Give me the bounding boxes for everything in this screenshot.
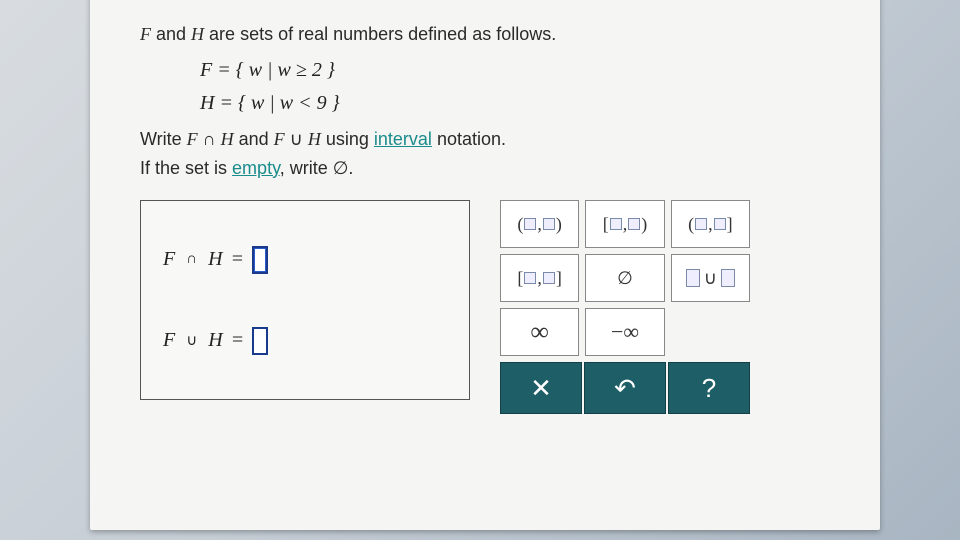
undo-button[interactable]: ↶ [584, 362, 666, 414]
row1-eq: = [231, 248, 245, 271]
union-symbol: ∪ [704, 268, 717, 289]
btn-infinity[interactable]: ∞ [500, 308, 579, 356]
union-input[interactable] [252, 327, 268, 355]
intersection-input[interactable] [252, 246, 268, 274]
row2-H: H [208, 329, 222, 352]
inst-write: Write [140, 129, 187, 149]
instruction-line: Write F ∩ H and F ∪ H using interval not… [140, 125, 830, 154]
empty-line: If the set is empty, write ∅. [140, 154, 830, 183]
empty-prefix: If the set is [140, 158, 232, 178]
close-icon: ✕ [530, 373, 552, 404]
palette-grid: (,) [,) (,] [,] ∅ ∪ ∞ −∞ [500, 200, 750, 356]
btn-open-closed-interval[interactable]: (,] [671, 200, 750, 248]
btn-empty-set[interactable]: ∅ [585, 254, 664, 302]
row1-H: H [208, 248, 222, 271]
link-empty[interactable]: empty [232, 158, 280, 178]
set-definition-H: H = { w | w < 9 } [200, 92, 830, 115]
inst-union: ∪ [285, 129, 308, 149]
btn-closed-open-interval[interactable]: [,) [585, 200, 664, 248]
inst-using: using [321, 129, 374, 149]
row2-eq: = [231, 329, 245, 352]
row1-F: F [163, 248, 175, 271]
answer-area: F ∩ H = F ∪ H = (,) [,) (,] [,] ∅ ∪ [140, 200, 830, 414]
problem-statement: F and H are sets of real numbers defined… [140, 20, 830, 49]
answer-box: F ∩ H = F ∪ H = [140, 200, 470, 400]
help-icon: ? [702, 373, 716, 404]
inst-H1: H [221, 129, 234, 149]
help-button[interactable]: ? [668, 362, 750, 414]
inst-F1: F [187, 129, 198, 149]
link-interval[interactable]: interval [374, 129, 432, 149]
var-H: H [191, 24, 204, 44]
action-grid: ✕ ↶ ? [500, 362, 750, 414]
row2-F: F [163, 329, 175, 352]
row1-op-intersect: ∩ [186, 251, 197, 268]
inst-F2: F [274, 129, 285, 149]
undo-icon: ↶ [614, 373, 636, 404]
inst-notation: notation. [432, 129, 506, 149]
inst-H2: H [308, 129, 321, 149]
inst-intersect: ∩ [198, 129, 221, 149]
problem-page: F and H are sets of real numbers defined… [90, 0, 880, 530]
answer-row-union: F ∪ H = [163, 327, 447, 355]
btn-union-template[interactable]: ∪ [671, 254, 750, 302]
row2-op-union: ∪ [186, 331, 197, 350]
inst-and: and [234, 129, 274, 149]
empty-suffix: , write ∅. [280, 158, 354, 178]
text-and: and [151, 24, 191, 44]
palette-spacer [671, 308, 750, 356]
btn-neg-infinity[interactable]: −∞ [585, 308, 664, 356]
var-F: F [140, 24, 151, 44]
intro-suffix: are sets of real numbers defined as foll… [204, 24, 556, 44]
btn-closed-closed-interval[interactable]: [,] [500, 254, 579, 302]
answer-row-intersection: F ∩ H = [163, 246, 447, 274]
btn-open-open-interval[interactable]: (,) [500, 200, 579, 248]
symbol-palette: (,) [,) (,] [,] ∅ ∪ ∞ −∞ ✕ ↶ ? [500, 200, 750, 414]
set-definition-F: F = { w | w ≥ 2 } [200, 59, 830, 82]
clear-button[interactable]: ✕ [500, 362, 582, 414]
